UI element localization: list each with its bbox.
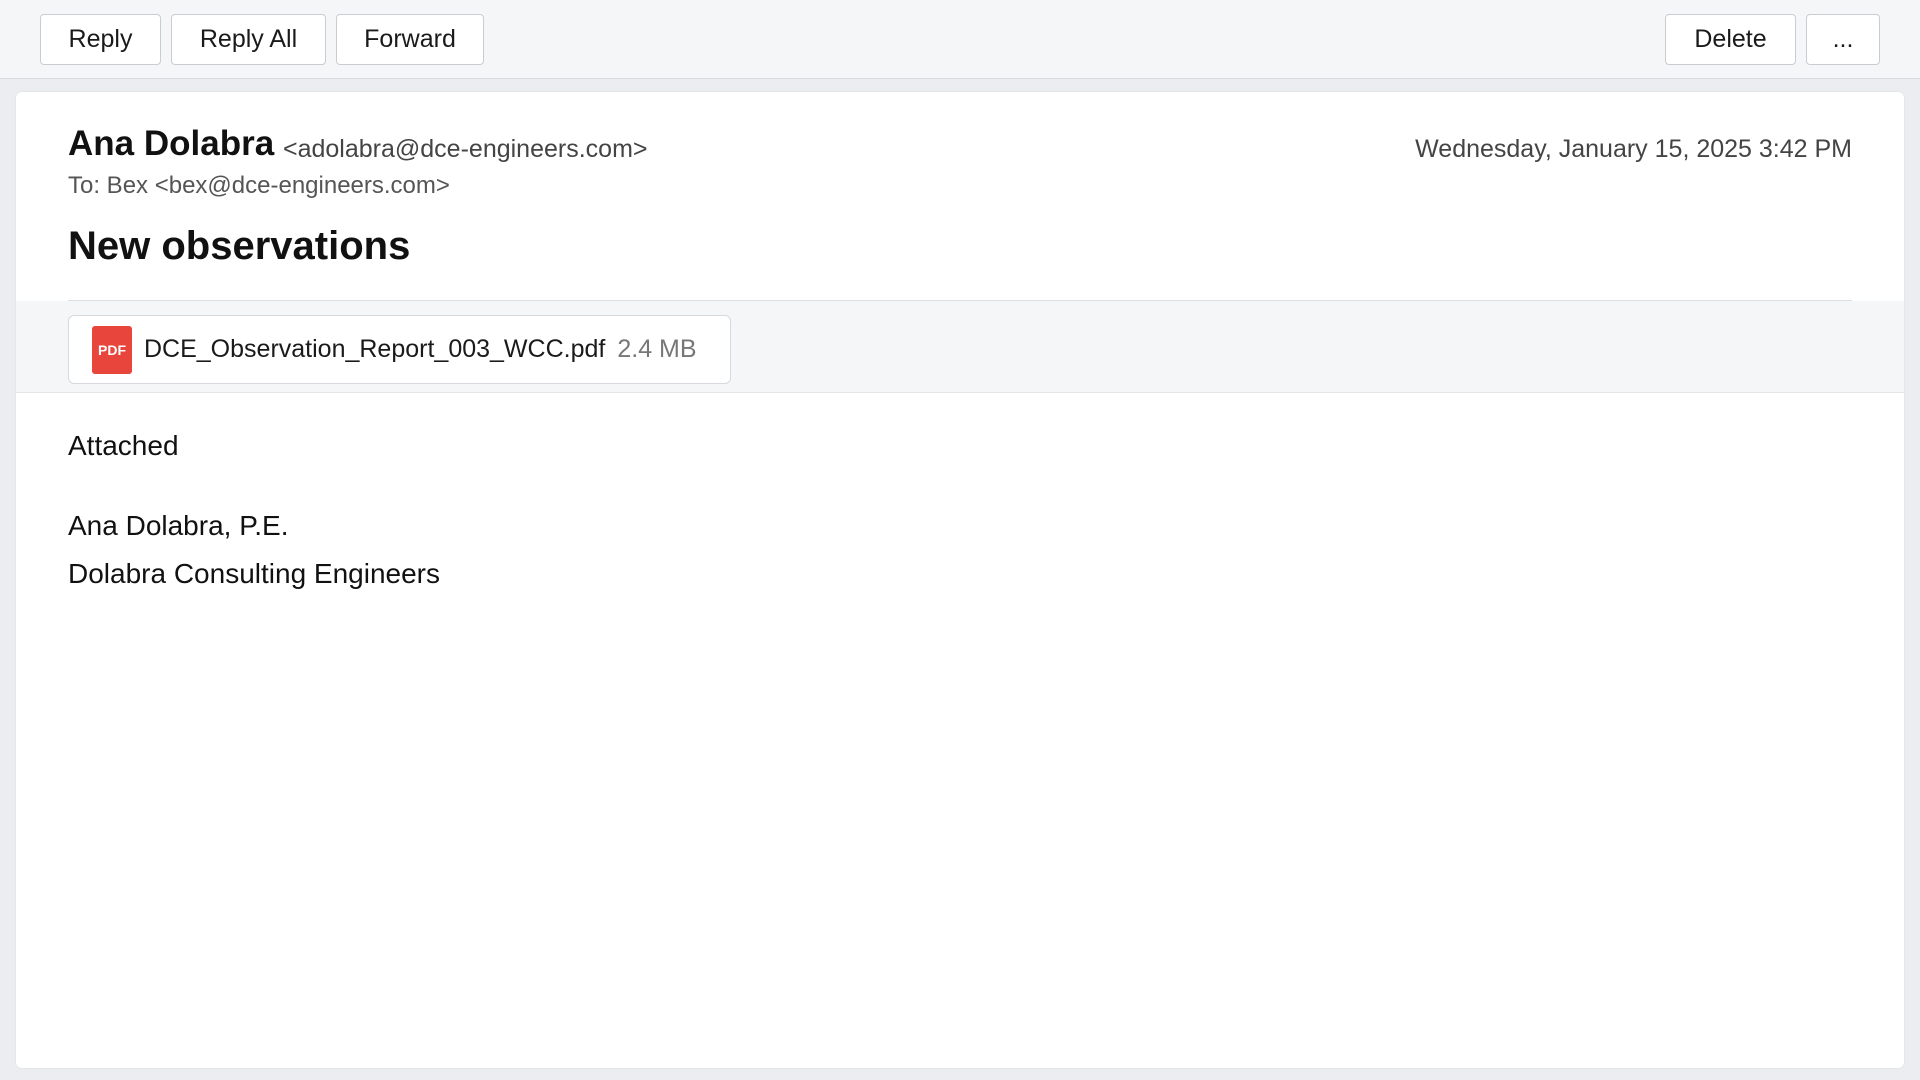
message-view: Ana Dolabra <adolabra@dce-engineers.com>…	[16, 92, 1904, 1068]
pdf-file-icon: PDF	[92, 325, 132, 374]
delete-button[interactable]: Delete	[1665, 14, 1796, 65]
attachments-bar: PDF DCE_Observation_Report_003_WCC.pdf 2…	[16, 301, 1904, 393]
signature-name: Ana Dolabra, P.E.	[68, 510, 289, 541]
message-toolbar: Reply Reply All Forward Delete ...	[0, 0, 1920, 79]
recipient-line: To: Bex <bex@dce-engineers.com>	[68, 172, 450, 199]
attachment-item[interactable]: PDF DCE_Observation_Report_003_WCC.pdf 2…	[68, 315, 731, 384]
reply-button[interactable]: Reply	[40, 14, 161, 65]
attachment-file-name: DCE_Observation_Report_003_WCC.pdf	[144, 335, 606, 363]
message-date: Wednesday, January 15, 2025 3:42 PM	[1415, 135, 1852, 163]
more-options-button[interactable]: ...	[1806, 14, 1880, 65]
message-body-text: Attached	[68, 430, 179, 461]
sender-email: <adolabra@dce-engineers.com>	[283, 135, 648, 163]
sender-name: Ana Dolabra	[68, 124, 275, 163]
signature-company: Dolabra Consulting Engineers	[68, 558, 440, 589]
message-subject: New observations	[68, 224, 411, 268]
attachment-file-size: 2.4 MB	[617, 335, 697, 363]
forward-button[interactable]: Forward	[336, 14, 484, 65]
reply-all-button[interactable]: Reply All	[171, 14, 326, 65]
